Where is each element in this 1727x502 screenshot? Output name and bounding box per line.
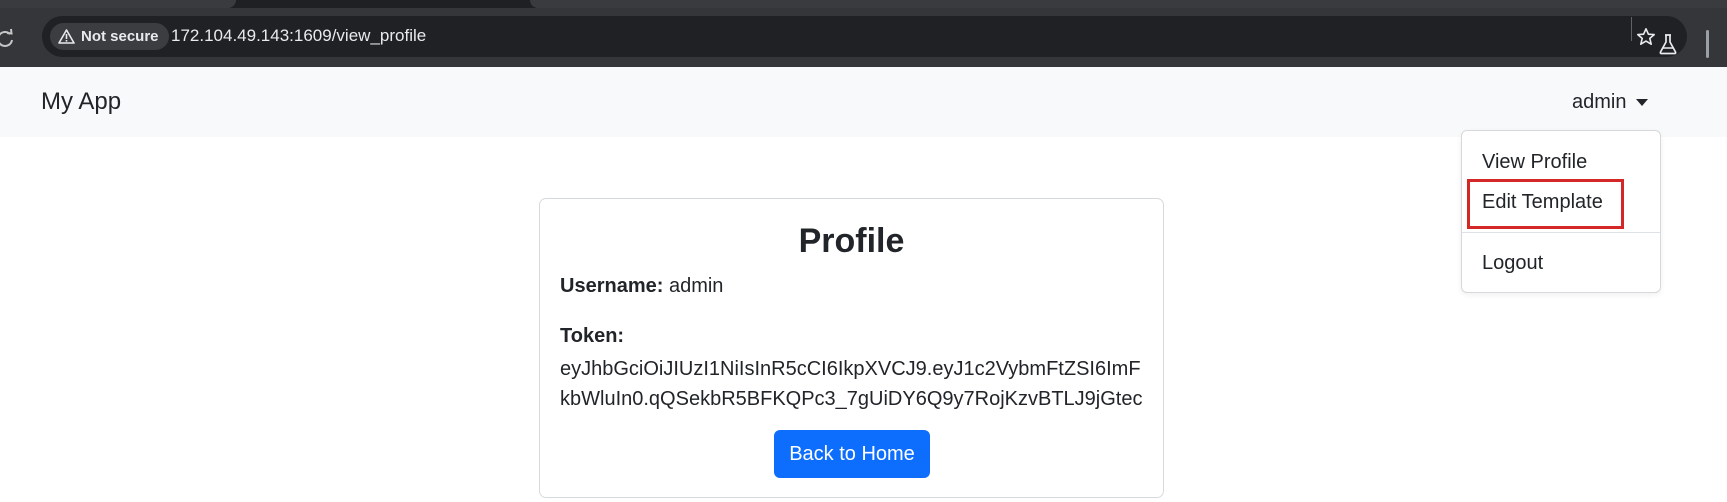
highlight-box [1467,179,1624,229]
reload-icon[interactable] [0,28,16,50]
labs-flask-icon[interactable] [1658,33,1678,55]
username-label: Username: [560,275,664,297]
browser-toolbar: Not secure 172.104.49.143:1609/view_prof… [0,8,1727,67]
caret-down-icon [1636,99,1649,106]
bookmark-star-icon[interactable] [1636,27,1656,47]
user-name: admin [1572,91,1627,113]
back-to-home-button[interactable]: Back to Home [774,430,930,478]
profile-card: Profile Username: admin Token: eyJhbGciO… [539,198,1164,498]
username-row: Username: admin [560,275,723,298]
warning-icon [58,29,75,44]
menu-item-logout[interactable]: Logout [1482,252,1543,275]
address-bar[interactable]: Not secure 172.104.49.143:1609/view_prof… [42,16,1687,57]
user-menu-toggle[interactable]: admin [1572,91,1649,114]
security-label: Not secure [81,28,159,45]
app-navbar: My App admin [0,67,1727,137]
browser-tab[interactable] [0,0,236,8]
username-value: admin [668,275,724,297]
dropdown-divider [1462,232,1660,233]
app-brand[interactable]: My App [41,88,121,116]
browser-tab[interactable] [530,0,1727,8]
menu-item-view-profile[interactable]: View Profile [1482,151,1587,174]
token-label: Token: [560,325,625,347]
token-value: eyJhbGciOiJIUzI1NiIsInR5cCI6IkpXVCJ9.eyJ… [560,358,1143,410]
toolbar-divider [1631,17,1632,41]
page-title: Profile [798,222,905,260]
url-text[interactable]: 172.104.49.143:1609/view_profile [171,26,426,46]
security-chip[interactable]: Not secure [50,23,169,50]
browser-menu-icon[interactable] [1706,30,1709,58]
user-dropdown-menu: View Profile Edit Template Logout [1461,130,1661,293]
